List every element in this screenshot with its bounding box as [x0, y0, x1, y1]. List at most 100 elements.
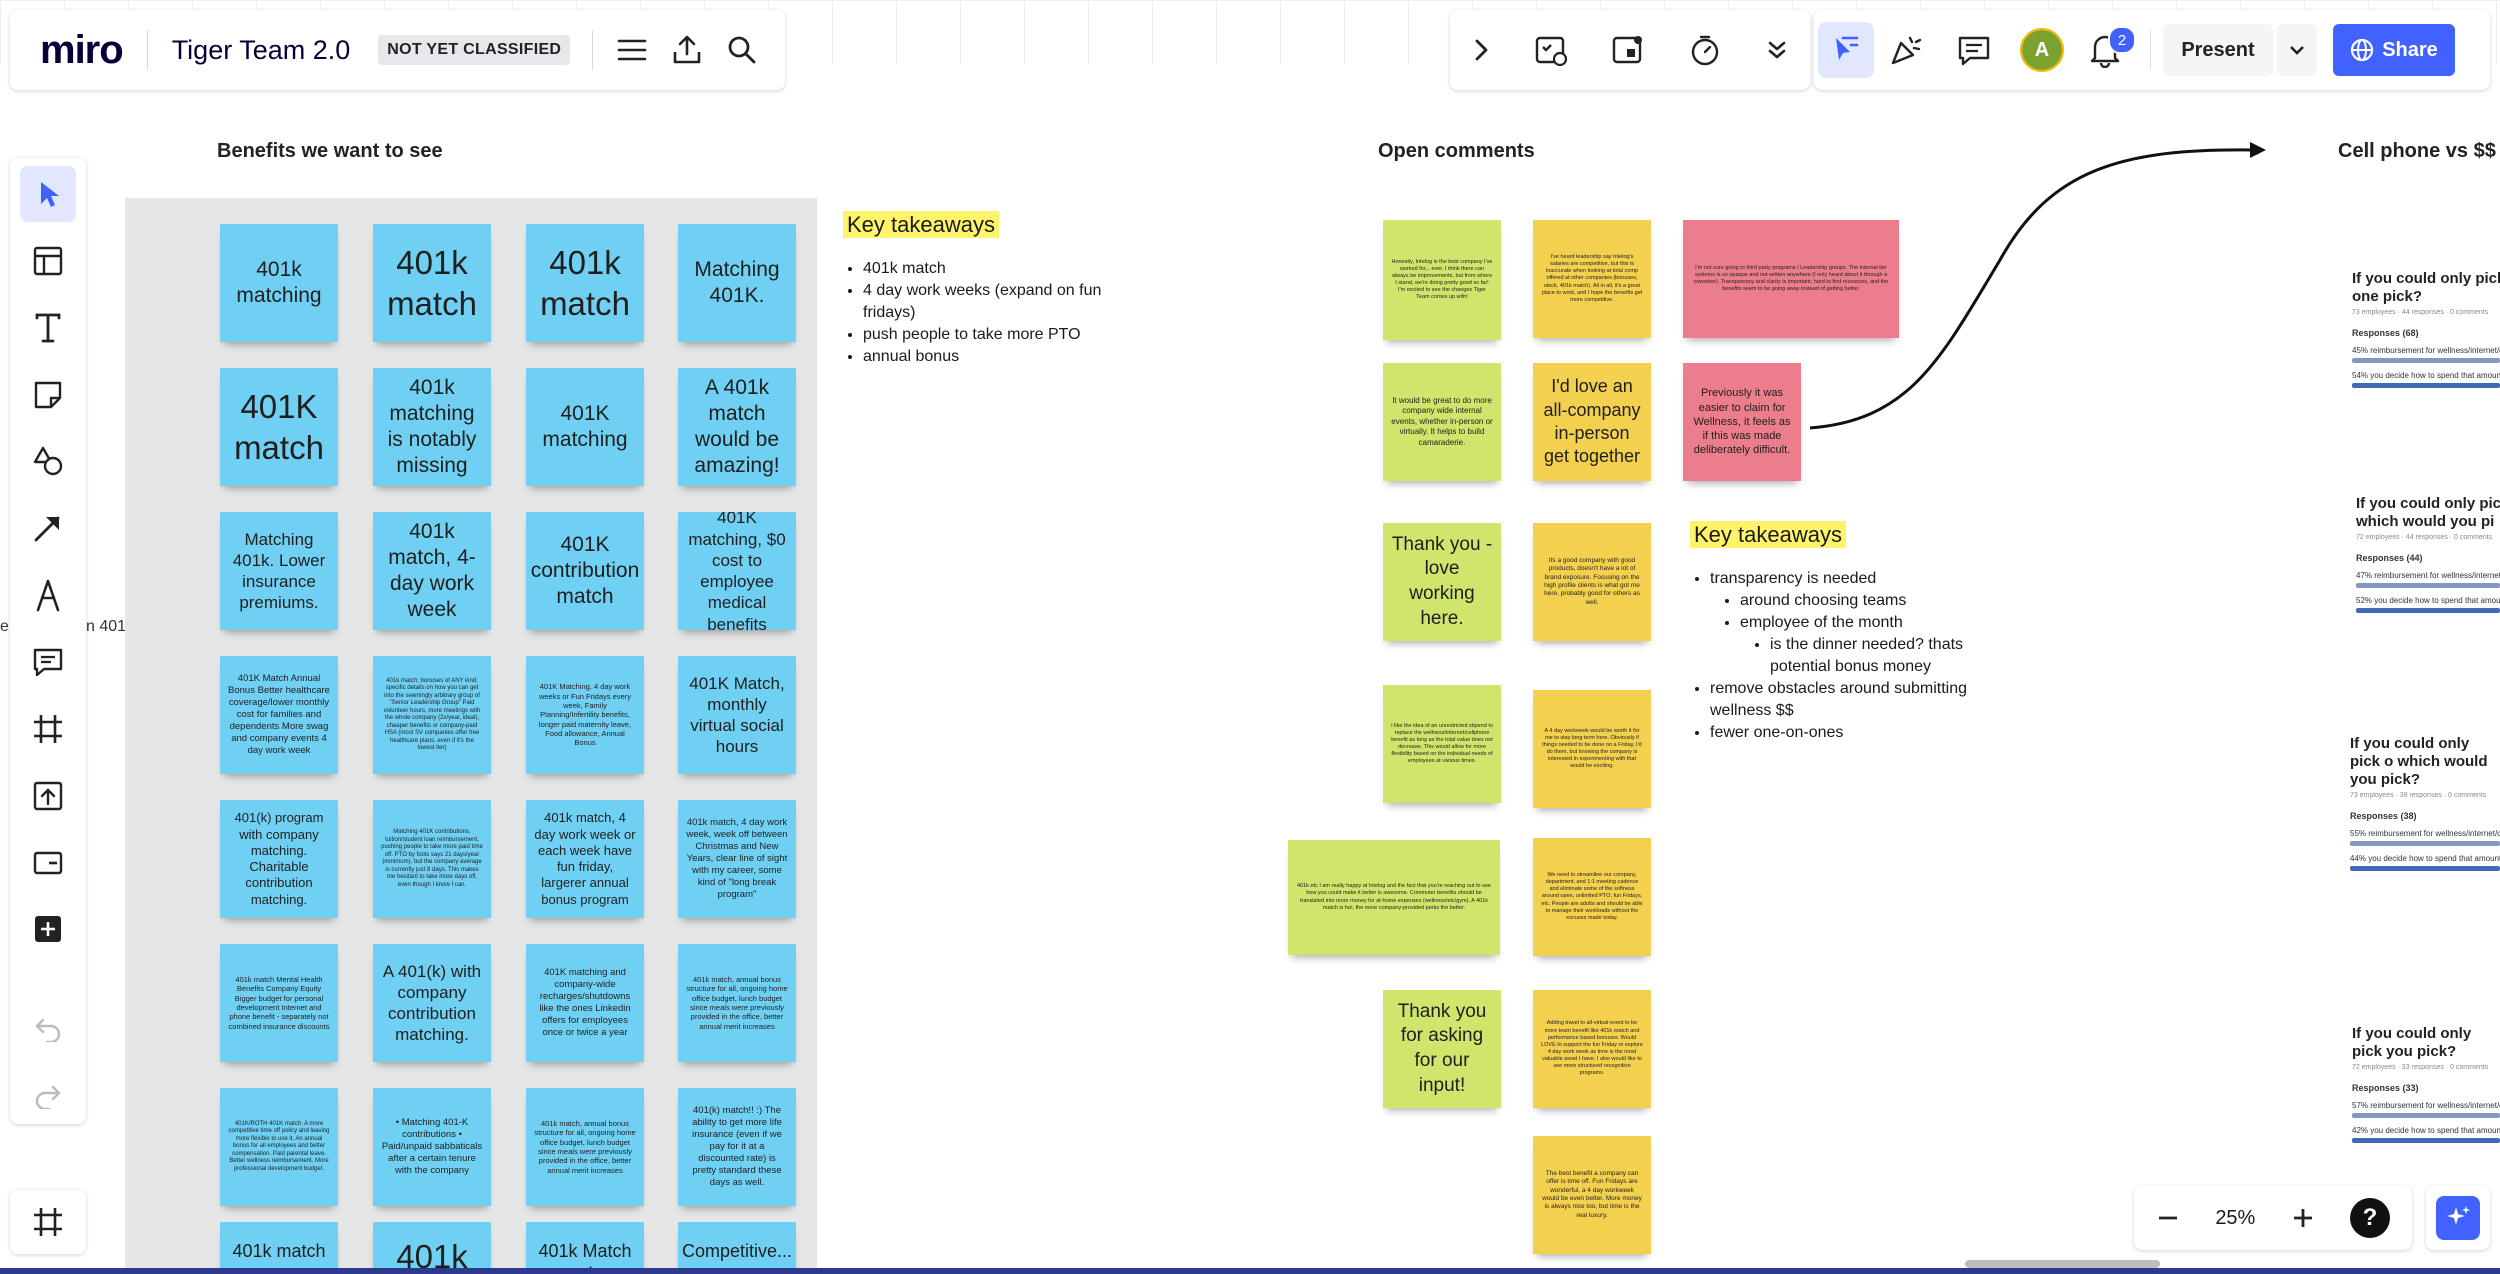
benefit-sticky-note[interactable]: 401k match	[373, 224, 491, 342]
poll-question: If you could only pick o which would you…	[2350, 735, 2488, 788]
reactions-icon[interactable]	[1888, 32, 1924, 68]
benefit-sticky-note[interactable]: 401(k) program with company matching. Ch…	[220, 800, 338, 918]
benefit-sticky-note[interactable]: 401K matching and company-wide recharges…	[526, 944, 644, 1062]
benefit-sticky-note[interactable]: 401K Match Annual Bonus Better healthcar…	[220, 656, 338, 774]
poll-option: 42% you decide how to spend that amount	[2352, 1126, 2500, 1135]
templates-tool-button[interactable]	[20, 233, 76, 289]
voting-icon[interactable]	[1611, 33, 1645, 67]
benefit-sticky-note[interactable]: 401K Matching, 4 day work weeks or Fun F…	[526, 656, 644, 774]
benefit-sticky-note[interactable]: 401k	[373, 1222, 491, 1274]
benefit-sticky-note[interactable]: A 401(k) with company contribution match…	[373, 944, 491, 1062]
benefit-sticky-note[interactable]: 401K/ROTH 401K match. A more competitive…	[220, 1088, 338, 1206]
comment-icon[interactable]	[1956, 33, 1992, 67]
benefit-sticky-note[interactable]: • Matching 401-K contributions • Paid/un…	[373, 1088, 491, 1206]
connector-arrow[interactable]	[1800, 130, 2280, 440]
timer-icon[interactable]	[1688, 33, 1722, 67]
comment-sticky-note[interactable]: We need to streamline our company, depar…	[1533, 838, 1651, 956]
comment-sticky-note[interactable]: I've heard leadership say Intelog's sala…	[1533, 220, 1651, 338]
horizontal-scrollbar[interactable]	[1965, 1260, 2160, 1268]
more-tools-button[interactable]	[20, 901, 76, 957]
frame-tool-button[interactable]	[20, 701, 76, 757]
comment-sticky-note[interactable]: Adding travel to all-virtual event to be…	[1533, 990, 1651, 1108]
chevron-right-icon[interactable]	[1471, 37, 1491, 63]
cellphone-section-title: Cell phone vs $$	[2338, 140, 2496, 162]
benefit-sticky-note[interactable]: 401k match, 4-day work week	[373, 512, 491, 630]
comment-sticky-note[interactable]: Honestly, Intelog is the best company I'…	[1383, 220, 1501, 340]
avatar[interactable]: A	[2020, 28, 2064, 72]
comment-sticky-note[interactable]: It would be great to do more company wid…	[1383, 363, 1501, 481]
board-templates-icon[interactable]	[1534, 33, 1568, 67]
search-icon[interactable]	[727, 35, 757, 65]
comment-sticky-note[interactable]: The best benefit a company can offer is …	[1533, 1136, 1651, 1254]
benefit-sticky-note[interactable]: Matching 401k. Lower insurance premiums.	[220, 512, 338, 630]
poll-card[interactable]: If you could only pick you pick? 72 emplo…	[2352, 1025, 2500, 1151]
offscreen-text: e	[0, 618, 9, 635]
poll-card[interactable]: If you could only pick o which would you…	[2350, 735, 2500, 879]
undo-button[interactable]	[20, 1001, 76, 1057]
zoom-out-icon[interactable]	[2156, 1206, 2180, 1230]
benefit-sticky-note[interactable]: 401K contribution match	[526, 512, 644, 630]
benefit-sticky-note[interactable]: Competitive...	[678, 1222, 796, 1274]
redo-button[interactable]	[20, 1068, 76, 1124]
comment-sticky-note[interactable]: Thank you for asking for our input!	[1383, 990, 1501, 1108]
poll-bar	[2350, 841, 2500, 846]
zoom-level[interactable]: 25%	[2215, 1207, 2255, 1230]
benefit-sticky-note[interactable]: 401k match	[526, 224, 644, 342]
miro-logo[interactable]: miro	[40, 28, 124, 73]
poll-card[interactable]: If you could only pick which would you p…	[2356, 495, 2500, 621]
board-title[interactable]: Tiger Team 2.0	[172, 35, 351, 66]
comment-sticky-note[interactable]: Thank you - love working here.	[1383, 523, 1501, 641]
frames-panel-button[interactable]	[10, 1190, 86, 1254]
notifications-bell-icon[interactable]: 2	[2088, 26, 2136, 68]
select-tool-button[interactable]	[20, 166, 76, 222]
benefit-sticky-note[interactable]: 401k Match and...	[526, 1222, 644, 1274]
comment-sticky-note[interactable]: I like the idea of an unrestricted stipe…	[1383, 685, 1501, 803]
share-button[interactable]: Share	[2333, 24, 2455, 76]
double-chevron-down-icon[interactable]	[1765, 38, 1789, 62]
comment-sticky-note[interactable]: I'd love an all-company in-person get to…	[1533, 363, 1651, 481]
poll-question: If you could only pick one pick?	[2352, 270, 2500, 305]
benefit-sticky-note[interactable]: 401k match	[220, 1222, 338, 1274]
benefit-sticky-note[interactable]: 401k match, annual bonus structure for a…	[678, 944, 796, 1062]
top-left-toolbar: miro Tiger Team 2.0 NOT YET CLASSIFIED	[10, 10, 785, 90]
takeaway-item: 401k match	[863, 258, 1143, 280]
benefit-sticky-note[interactable]: 401K matching, $0 cost to employee medic…	[678, 512, 796, 630]
benefit-sticky-note[interactable]: 401K matching	[526, 368, 644, 486]
benefit-sticky-note[interactable]: 401K Match, monthly virtual social hours	[678, 656, 796, 774]
poll-card[interactable]: If you could only pick one pick? 73 emplo…	[2352, 270, 2500, 396]
comment-sticky-note[interactable]: Its a good company with good products, d…	[1533, 523, 1651, 641]
benefit-sticky-note[interactable]: 401k matching	[220, 224, 338, 342]
benefit-sticky-note[interactable]: 401k match, annual bonus structure for a…	[526, 1088, 644, 1206]
card-tool-button[interactable]	[20, 835, 76, 891]
benefit-sticky-note[interactable]: 401k match, 4 day work week, week off be…	[678, 800, 796, 918]
benefit-sticky-note[interactable]: 401(k) match!! :) The ability to get mor…	[678, 1088, 796, 1206]
present-options-button[interactable]	[2277, 24, 2317, 76]
present-button[interactable]: Present	[2163, 24, 2273, 76]
benefit-sticky-note[interactable]: A 401k match would be amazing!	[678, 368, 796, 486]
classification-badge[interactable]: NOT YET CLASSIFIED	[378, 35, 571, 65]
comment-tool-button[interactable]	[20, 634, 76, 690]
export-icon[interactable]	[671, 34, 703, 66]
benefit-sticky-note[interactable]: 401k match, 4 day work week or each week…	[526, 800, 644, 918]
upload-tool-button[interactable]	[20, 768, 76, 824]
benefit-sticky-note[interactable]: 401K match	[220, 368, 338, 486]
ai-assist-button[interactable]	[2426, 1186, 2490, 1250]
poll-bar	[2350, 866, 2500, 871]
sticky-note-tool-button[interactable]	[20, 367, 76, 423]
select-mode-button[interactable]	[1818, 22, 1874, 78]
comment-sticky-note[interactable]: 401k etc I am really happy at Intelog an…	[1288, 840, 1500, 955]
menu-icon[interactable]	[617, 38, 647, 62]
arrow-tool-button[interactable]	[20, 500, 76, 556]
text-tool-button[interactable]	[20, 300, 76, 356]
benefit-sticky-note[interactable]: 401k match Mental Health Benefits Compan…	[220, 944, 338, 1062]
benefit-sticky-note[interactable]: Matching 401K contributions, tuition/stu…	[373, 800, 491, 918]
zoom-in-icon[interactable]	[2291, 1206, 2315, 1230]
shapes-tool-button[interactable]	[20, 433, 76, 489]
comment-sticky-note[interactable]: A 4 day workweek would be worth it for m…	[1533, 690, 1651, 808]
pen-tool-button[interactable]	[20, 567, 76, 623]
benefit-sticky-note[interactable]: 401k matching is notably missing	[373, 368, 491, 486]
benefit-sticky-note[interactable]: Matching 401K.	[678, 224, 796, 342]
help-button[interactable]: ?	[2349, 1198, 2390, 1238]
benefit-sticky-note[interactable]: 401k match; bonuses of ANY kind; specifi…	[373, 656, 491, 774]
comment-sticky-note[interactable]: Previously it was easier to claim for We…	[1683, 363, 1801, 481]
